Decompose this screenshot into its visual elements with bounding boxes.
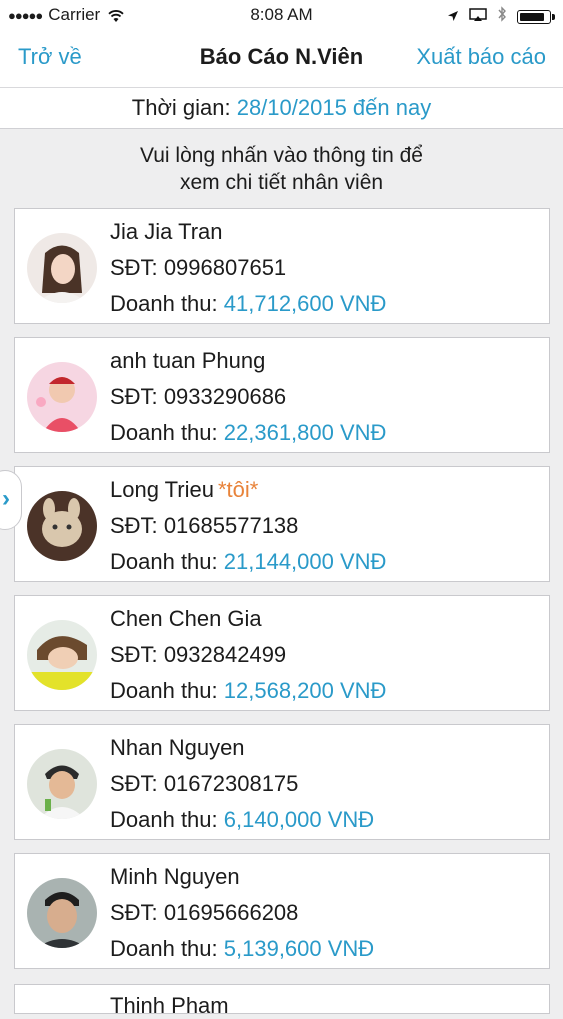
employee-phone: SĐT: 0932842499 bbox=[110, 642, 286, 668]
employee-card-partial[interactable]: Thinh Pham bbox=[14, 984, 550, 1018]
side-drawer-handle[interactable]: › bbox=[0, 470, 22, 530]
employee-revenue: Doanh thu: 41,712,600 VNĐ bbox=[110, 291, 386, 317]
bluetooth-icon bbox=[497, 6, 507, 27]
me-tag: *tôi* bbox=[217, 477, 259, 502]
employee-phone: SĐT: 0996807651 bbox=[110, 255, 286, 281]
revenue-label: Doanh thu: bbox=[110, 291, 218, 316]
phone-value: 01685577138 bbox=[163, 513, 299, 538]
revenue-label: Doanh thu: bbox=[110, 936, 218, 961]
revenue-value: 22,361,800 VNĐ bbox=[223, 420, 387, 445]
avatar bbox=[27, 362, 97, 432]
employee-phone: SĐT: 0933290686 bbox=[110, 384, 286, 410]
employee-card[interactable]: Minh Nguyen SĐT: 01695666208 Doanh thu: … bbox=[14, 853, 550, 969]
revenue-label: Doanh thu: bbox=[110, 807, 218, 832]
employee-name-text: Jia Jia Tran bbox=[110, 219, 223, 244]
employee-revenue: Doanh thu: 12,568,200 VNĐ bbox=[110, 678, 386, 704]
employee-name: Minh Nguyen bbox=[110, 864, 244, 890]
avatar bbox=[27, 233, 97, 303]
phone-label: SĐT: bbox=[110, 900, 158, 925]
employee-card[interactable]: Chen Chen Gia SĐT: 0932842499 Doanh thu:… bbox=[14, 595, 550, 711]
hint-text: Vui lòng nhấn vào thông tin để xem chi t… bbox=[0, 142, 563, 196]
employee-revenue: Doanh thu: 21,144,000 VNĐ bbox=[110, 549, 386, 575]
avatar bbox=[27, 878, 97, 948]
avatar bbox=[27, 620, 97, 690]
employee-phone: SĐT: 01695666208 bbox=[110, 900, 298, 926]
revenue-value: 6,140,000 VNĐ bbox=[223, 807, 375, 832]
phone-value: 0933290686 bbox=[163, 384, 287, 409]
nav-bar: Trở về Báo Cáo N.Viên Xuất báo cáo bbox=[0, 30, 563, 88]
employee-name: anh tuan Phung bbox=[110, 348, 269, 374]
employee-card[interactable]: Long Trieu *tôi* SĐT: 01685577138 Doanh t… bbox=[14, 466, 550, 582]
employee-revenue: Doanh thu: 22,361,800 VNĐ bbox=[110, 420, 386, 446]
employee-name: Long Trieu *tôi* bbox=[110, 477, 258, 503]
revenue-label: Doanh thu: bbox=[110, 678, 218, 703]
employee-phone: SĐT: 01672308175 bbox=[110, 771, 298, 797]
phone-label: SĐT: bbox=[110, 384, 158, 409]
employee-card[interactable]: Jia Jia Tran SĐT: 0996807651 Doanh thu: … bbox=[14, 208, 550, 324]
revenue-value: 41,712,600 VNĐ bbox=[223, 291, 387, 316]
status-right bbox=[447, 6, 555, 27]
phone-label: SĐT: bbox=[110, 255, 158, 280]
airplay-icon bbox=[469, 7, 487, 27]
employee-name-text: Minh Nguyen bbox=[110, 864, 240, 889]
hint-line-1: Vui lòng nhấn vào thông tin để bbox=[140, 144, 423, 167]
revenue-value: 21,144,000 VNĐ bbox=[223, 549, 387, 574]
revenue-label: Doanh thu: bbox=[110, 549, 218, 574]
revenue-value: 5,139,600 VNĐ bbox=[223, 936, 375, 961]
avatar bbox=[27, 749, 97, 819]
battery-icon bbox=[517, 9, 555, 24]
phone-value: 01672308175 bbox=[163, 771, 299, 796]
employee-name-partial: Thinh Pham bbox=[110, 993, 229, 1018]
period-value[interactable]: 28/10/2015 đến nay bbox=[237, 95, 432, 120]
phone-label: SĐT: bbox=[110, 513, 158, 538]
phone-label: SĐT: bbox=[110, 771, 158, 796]
employee-name: Chen Chen Gia bbox=[110, 606, 266, 632]
employee-phone: SĐT: 01685577138 bbox=[110, 513, 298, 539]
employee-list: Jia Jia Tran SĐT: 0996807651 Doanh thu: … bbox=[14, 208, 550, 982]
phone-value: 0996807651 bbox=[163, 255, 287, 280]
avatar bbox=[27, 491, 97, 561]
phone-value: 0932842499 bbox=[163, 642, 287, 667]
status-bar: ●●●●● Carrier 8:08 AM bbox=[0, 0, 563, 30]
battery-fill bbox=[520, 12, 544, 21]
employee-revenue: Doanh thu: 5,139,600 VNĐ bbox=[110, 936, 374, 962]
hint-line-2: xem chi tiết nhân viên bbox=[179, 171, 384, 194]
employee-revenue: Doanh thu: 6,140,000 VNĐ bbox=[110, 807, 374, 833]
employee-name-text: Long Trieu bbox=[110, 477, 214, 502]
export-report-button[interactable]: Xuất báo cáo bbox=[416, 44, 546, 70]
employee-name-text: anh tuan Phung bbox=[110, 348, 266, 373]
chevron-right-icon: › bbox=[2, 485, 10, 512]
period-bar[interactable]: Thời gian: 28/10/2015 đến nay bbox=[0, 88, 563, 129]
revenue-label: Doanh thu: bbox=[110, 420, 218, 445]
employee-name-text: Chen Chen Gia bbox=[110, 606, 262, 631]
phone-label: SĐT: bbox=[110, 642, 158, 667]
employee-name: Jia Jia Tran bbox=[110, 219, 227, 245]
employee-name-text: Nhan Nguyen bbox=[110, 735, 245, 760]
revenue-value: 12,568,200 VNĐ bbox=[223, 678, 387, 703]
period-label: Thời gian: bbox=[131, 95, 231, 120]
location-arrow-icon bbox=[447, 7, 459, 27]
employee-card[interactable]: anh tuan Phung SĐT: 0933290686 Doanh thu… bbox=[14, 337, 550, 453]
phone-value: 01695666208 bbox=[163, 900, 299, 925]
employee-card[interactable]: Nhan Nguyen SĐT: 01672308175 Doanh thu: … bbox=[14, 724, 550, 840]
employee-name: Nhan Nguyen bbox=[110, 735, 249, 761]
